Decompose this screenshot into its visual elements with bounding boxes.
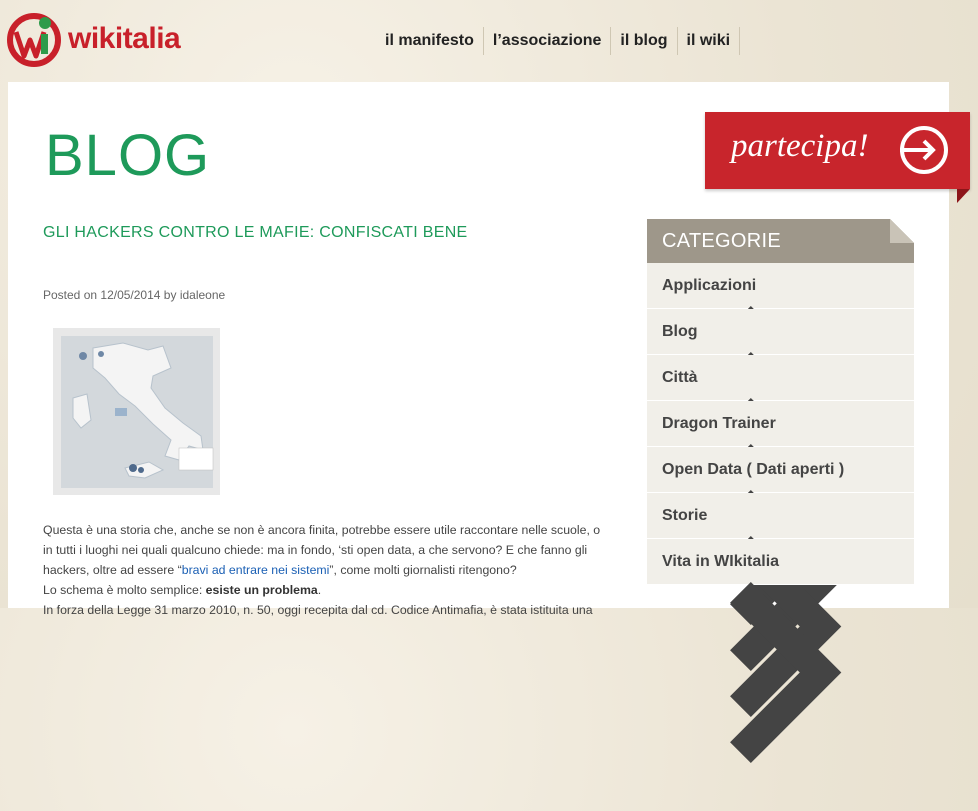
post-date[interactable]: 12/05/2014 (100, 288, 160, 302)
post-meta: Posted on 12/05/2014 by idaleone (43, 288, 225, 302)
post-paragraph: Questa è una storia che, anche se non è … (43, 520, 613, 580)
paragraph-text: Lo schema è molto semplice: (43, 583, 206, 597)
category-label: Blog (662, 323, 698, 340)
category-open-data[interactable]: Open Data ( Dati aperti ) (647, 447, 914, 671)
meta-prefix: Posted on (43, 288, 98, 302)
category-label: Dragon Trainer (662, 415, 776, 432)
nav-associazione[interactable]: l’associazione (484, 27, 612, 55)
categories-heading-text: CATEGORIE (662, 230, 782, 252)
site-header: wikitalia il manifesto l’associazione il… (0, 0, 978, 82)
inline-link[interactable]: bravi ad entrare nei sistemi (182, 563, 330, 577)
page-title: BLOG (45, 123, 211, 188)
post-paragraph: In forza della Legge 31 marzo 2010, n. 5… (43, 603, 593, 617)
nav-blog[interactable]: il blog (611, 27, 678, 55)
partecipa-label: partecipa! (731, 128, 869, 164)
enter-arrow-icon (900, 126, 948, 174)
category-label: Applicazioni (662, 277, 757, 294)
category-dragon-trainer[interactable]: Dragon Trainer (647, 401, 914, 625)
bold-text: esiste un problema (205, 583, 318, 597)
category-label: Vita in WIkitalia (662, 553, 780, 570)
category-storie[interactable]: Storie (647, 493, 914, 717)
post-title[interactable]: GLI HACKERS CONTRO LE MAFIE: CONFISCATI … (43, 224, 468, 242)
paragraph-text: . (317, 583, 322, 597)
nav-manifesto[interactable]: il manifesto (376, 27, 484, 55)
category-blog[interactable]: Blog (647, 309, 914, 533)
chevron-right-icon (730, 582, 842, 763)
ribbon-fold (957, 189, 970, 203)
categories-widget: CATEGORIE Applicazioni Blog Città Dragon… (647, 219, 914, 763)
category-citta[interactable]: Città (647, 355, 914, 579)
post-map-image[interactable] (53, 328, 220, 495)
category-applicazioni[interactable]: Applicazioni (647, 263, 914, 487)
italy-map-thumbnail (53, 328, 220, 495)
post-paragraph: Lo schema è molto semplice: esiste un pr… (43, 580, 613, 600)
category-label: Open Data ( Dati aperti ) (662, 461, 845, 478)
category-label: Storie (662, 507, 708, 524)
nav-wiki[interactable]: il wiki (678, 27, 741, 55)
logo-mark-icon (7, 13, 61, 67)
wikitalia-logo[interactable]: wikitalia (6, 12, 181, 68)
corner-fold (890, 219, 914, 243)
logo-text: wikitalia (68, 22, 181, 55)
category-label: Città (662, 369, 698, 386)
main-nav: il manifesto l’associazione il blog il w… (376, 27, 741, 55)
categories-heading: CATEGORIE (647, 219, 914, 263)
meta-by: by (163, 288, 177, 302)
partecipa-button[interactable]: partecipa! (705, 112, 970, 189)
category-vita-in-wikitalia[interactable]: Vita in WIkitalia (647, 539, 914, 763)
post-author[interactable]: idaleone (180, 288, 225, 302)
paragraph-text: ”, come molti giornalisti ritengono? (329, 563, 517, 577)
post-body: Questa è una storia che, anche se non è … (43, 520, 613, 620)
